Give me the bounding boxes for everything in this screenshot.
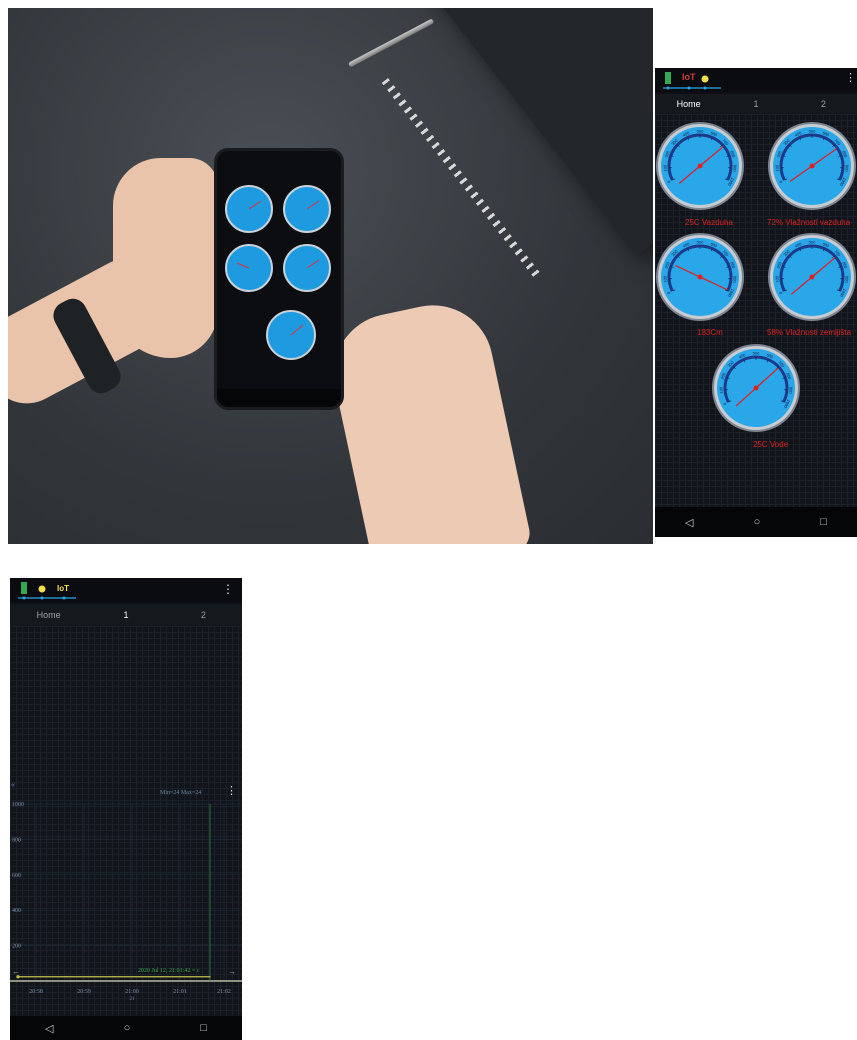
system-nav-bar: ◁ ○ □ xyxy=(10,1016,242,1040)
gauge-label-soil-humidity: 58% Vlažnosti zemljišta xyxy=(767,328,852,337)
tab-bar: Home 1 2 xyxy=(655,94,857,114)
tab-1[interactable]: 1 xyxy=(722,94,789,114)
gauge-tick-label: 100 xyxy=(774,275,779,283)
y-tick-label: 1000 xyxy=(12,802,24,808)
iot-logo-icon xyxy=(18,582,76,600)
gauge-tick-label: 500 xyxy=(809,129,816,134)
gauge-tick-label: 500 xyxy=(697,129,704,134)
x-tick-label: 20:58 xyxy=(29,989,43,995)
data-point xyxy=(65,976,67,978)
right-hand xyxy=(322,294,534,544)
overflow-menu-icon[interactable]: ⋮ xyxy=(222,582,234,596)
photo-phone-gauges xyxy=(225,185,331,360)
tab-2[interactable]: 2 xyxy=(165,604,242,626)
home-circle-icon[interactable]: ○ xyxy=(754,516,761,528)
gauge-3: 0100200300400 500 6007008009001000 xyxy=(768,233,856,321)
gauge-hub xyxy=(753,385,759,391)
gauge-tick-label: 900 xyxy=(732,165,737,173)
gauge-hub xyxy=(697,274,703,280)
prev-page-arrow[interactable]: « xyxy=(11,780,15,789)
chart-area: « Min=24 Max=24 ⋮ 1000 800 600 400 200 20:58 2… xyxy=(10,626,242,1016)
gauge-tick-label: 100 xyxy=(718,386,723,394)
gauge-tick-label: 900 xyxy=(732,276,737,284)
pan-right-arrow[interactable]: → xyxy=(228,967,236,976)
gauge-hub xyxy=(809,163,815,169)
x-tick-label: 21:01 xyxy=(173,989,187,995)
chart-timestamp: 2020 Jul 12, 21:01:42 = c xyxy=(138,968,200,974)
gauge-label-distance: 183Cm xyxy=(697,328,723,337)
recent-square-icon[interactable]: □ xyxy=(820,516,827,528)
gauge-label-water-temp: 25C Vode xyxy=(753,440,789,449)
gauge-tick-label: 900 xyxy=(844,276,849,284)
home-screen: IoT ⋮ Home 1 2 0 100 200 300 400 500 600 700 800… xyxy=(655,68,857,537)
gauge-tick-label: 100 xyxy=(662,275,667,283)
gauge-tick-label: 500 xyxy=(809,240,816,245)
y-tick-label: 400 xyxy=(12,908,21,914)
home-circle-icon[interactable]: ○ xyxy=(124,1022,131,1034)
gauge-label-air-humidity: 72% Vlažnosti vazduha xyxy=(767,218,851,227)
photo-phone xyxy=(214,148,344,410)
tab-home[interactable]: Home xyxy=(655,94,722,114)
app-bar: IoT ⋮ xyxy=(655,68,857,92)
y-tick-label: 600 xyxy=(12,873,21,879)
gauge-1: 0100200300400 500 6007008009001000 xyxy=(768,122,856,210)
chart-screen: IoT ⋮ Home 1 2 « Min=24 Max=24 ⋮ 1000 800… xyxy=(10,578,242,1040)
app-bar-2: IoT ⋮ xyxy=(10,578,242,602)
gauge-tick-label: 500 xyxy=(753,351,760,356)
gauge-hub xyxy=(697,163,703,169)
data-point xyxy=(209,976,211,978)
tab-2[interactable]: 2 xyxy=(790,94,857,114)
system-nav-bar: ◁ ○ □ xyxy=(655,507,857,537)
back-triangle-icon[interactable]: ◁ xyxy=(685,516,693,529)
gauge-tick-label: 100 xyxy=(662,164,667,172)
gauge-4: 0100200300400 500 6007008009001000 xyxy=(712,344,800,432)
y-tick-label: 200 xyxy=(12,944,21,950)
hand-holding-phone-photo xyxy=(8,8,653,544)
tab-1[interactable]: 1 xyxy=(87,604,164,626)
gauge-2: 0100200300400 500 6007008009001000 xyxy=(656,233,744,321)
gauge-label-air-temp: 25C Vazduha xyxy=(685,218,733,227)
photo-phone-screen xyxy=(221,165,337,389)
data-point xyxy=(161,976,163,978)
x-tick-label: 20:59 xyxy=(77,989,91,995)
gauge-tick-label: 900 xyxy=(844,165,849,173)
pen xyxy=(348,18,435,68)
photo-phone-navbar xyxy=(217,389,341,407)
data-point xyxy=(113,976,115,978)
tab-home[interactable]: Home xyxy=(10,604,87,626)
gauge-tick-label: 100 xyxy=(774,164,779,172)
recent-square-icon[interactable]: □ xyxy=(200,1022,207,1034)
iot-logo-text: IoT xyxy=(57,584,69,593)
x-tick-label: 21:00 xyxy=(125,989,139,995)
line-chart: 1000 800 600 400 200 20:58 20:59 21:00 21 21:01 21… xyxy=(10,802,242,1002)
notebook-spiral xyxy=(381,78,542,280)
gauge-tick-label: 500 xyxy=(697,240,704,245)
gauge-0: 0100200300400 500 6007008009001000 xyxy=(656,122,744,210)
gauge-area: 0 100 200 300 400 500 600 700 800 900 1000 0 100 200 3… xyxy=(655,114,857,507)
pan-left-arrow[interactable]: ← xyxy=(12,967,20,976)
x-tick-label: 21:02 xyxy=(217,989,231,995)
iot-logo-text: IoT xyxy=(682,72,696,82)
gauge-tick-label: 900 xyxy=(788,387,793,395)
gauge-hub xyxy=(809,274,815,280)
back-triangle-icon[interactable]: ◁ xyxy=(45,1022,53,1035)
tab-bar: Home 1 2 xyxy=(10,604,242,626)
left-hand xyxy=(113,158,218,358)
x-subtick-label: 21 xyxy=(130,997,136,1002)
overflow-menu-icon[interactable]: ⋮ xyxy=(845,71,856,84)
notebook xyxy=(428,8,653,256)
y-tick-label: 800 xyxy=(12,837,21,843)
